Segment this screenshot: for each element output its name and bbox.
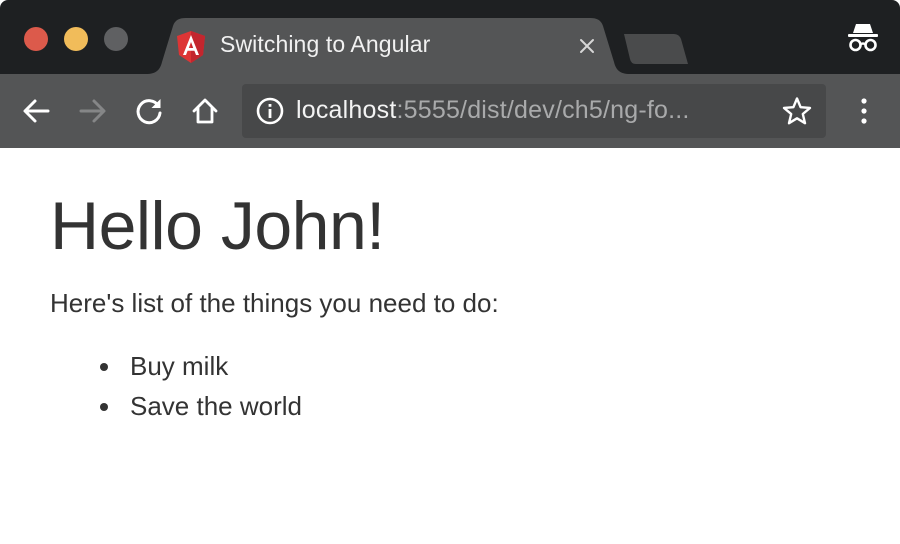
window-close-button[interactable] <box>24 27 48 51</box>
back-arrow-icon[interactable] <box>21 96 51 126</box>
url-text[interactable]: localhost:5555/dist/dev/ch5/ng-fo... <box>296 96 690 125</box>
url-path: :5555/dist/dev/ch5/ng-fo... <box>396 96 690 124</box>
angular-logo-icon <box>177 31 205 63</box>
close-icon[interactable] <box>576 35 598 57</box>
bullet-icon <box>100 403 108 411</box>
bullet-icon <box>100 363 108 371</box>
address-bar[interactable]: localhost:5555/dist/dev/ch5/ng-fo... <box>242 84 826 138</box>
home-icon[interactable] <box>190 96 220 126</box>
tab-strip: Switching to Angular <box>0 0 900 74</box>
window-minimize-button[interactable] <box>64 27 88 51</box>
tab-title: Switching to Angular <box>220 31 431 57</box>
browser-toolbar: localhost:5555/dist/dev/ch5/ng-fo... <box>0 74 900 148</box>
incognito-icon <box>848 24 878 52</box>
reload-icon[interactable] <box>134 96 164 126</box>
star-icon[interactable] <box>782 96 812 126</box>
page-heading: Hello John! <box>50 188 385 264</box>
info-icon[interactable] <box>256 97 284 125</box>
todo-item-text: Buy milk <box>130 351 229 381</box>
url-host: localhost <box>296 96 397 124</box>
browser-window: Switching to Angular localhost:5555/dist… <box>0 0 900 544</box>
page-content: Hello John! Here's list of the things yo… <box>0 148 900 544</box>
window-maximize-button[interactable] <box>104 27 128 51</box>
vertical-dots-menu-icon[interactable] <box>850 96 878 126</box>
forward-arrow-icon[interactable] <box>78 96 108 126</box>
tab-active[interactable]: Switching to Angular <box>146 18 630 74</box>
todo-item-text: Save the world <box>130 391 302 421</box>
page-intro: Here's list of the things you need to do… <box>50 288 499 318</box>
new-tab-button[interactable] <box>622 34 688 64</box>
